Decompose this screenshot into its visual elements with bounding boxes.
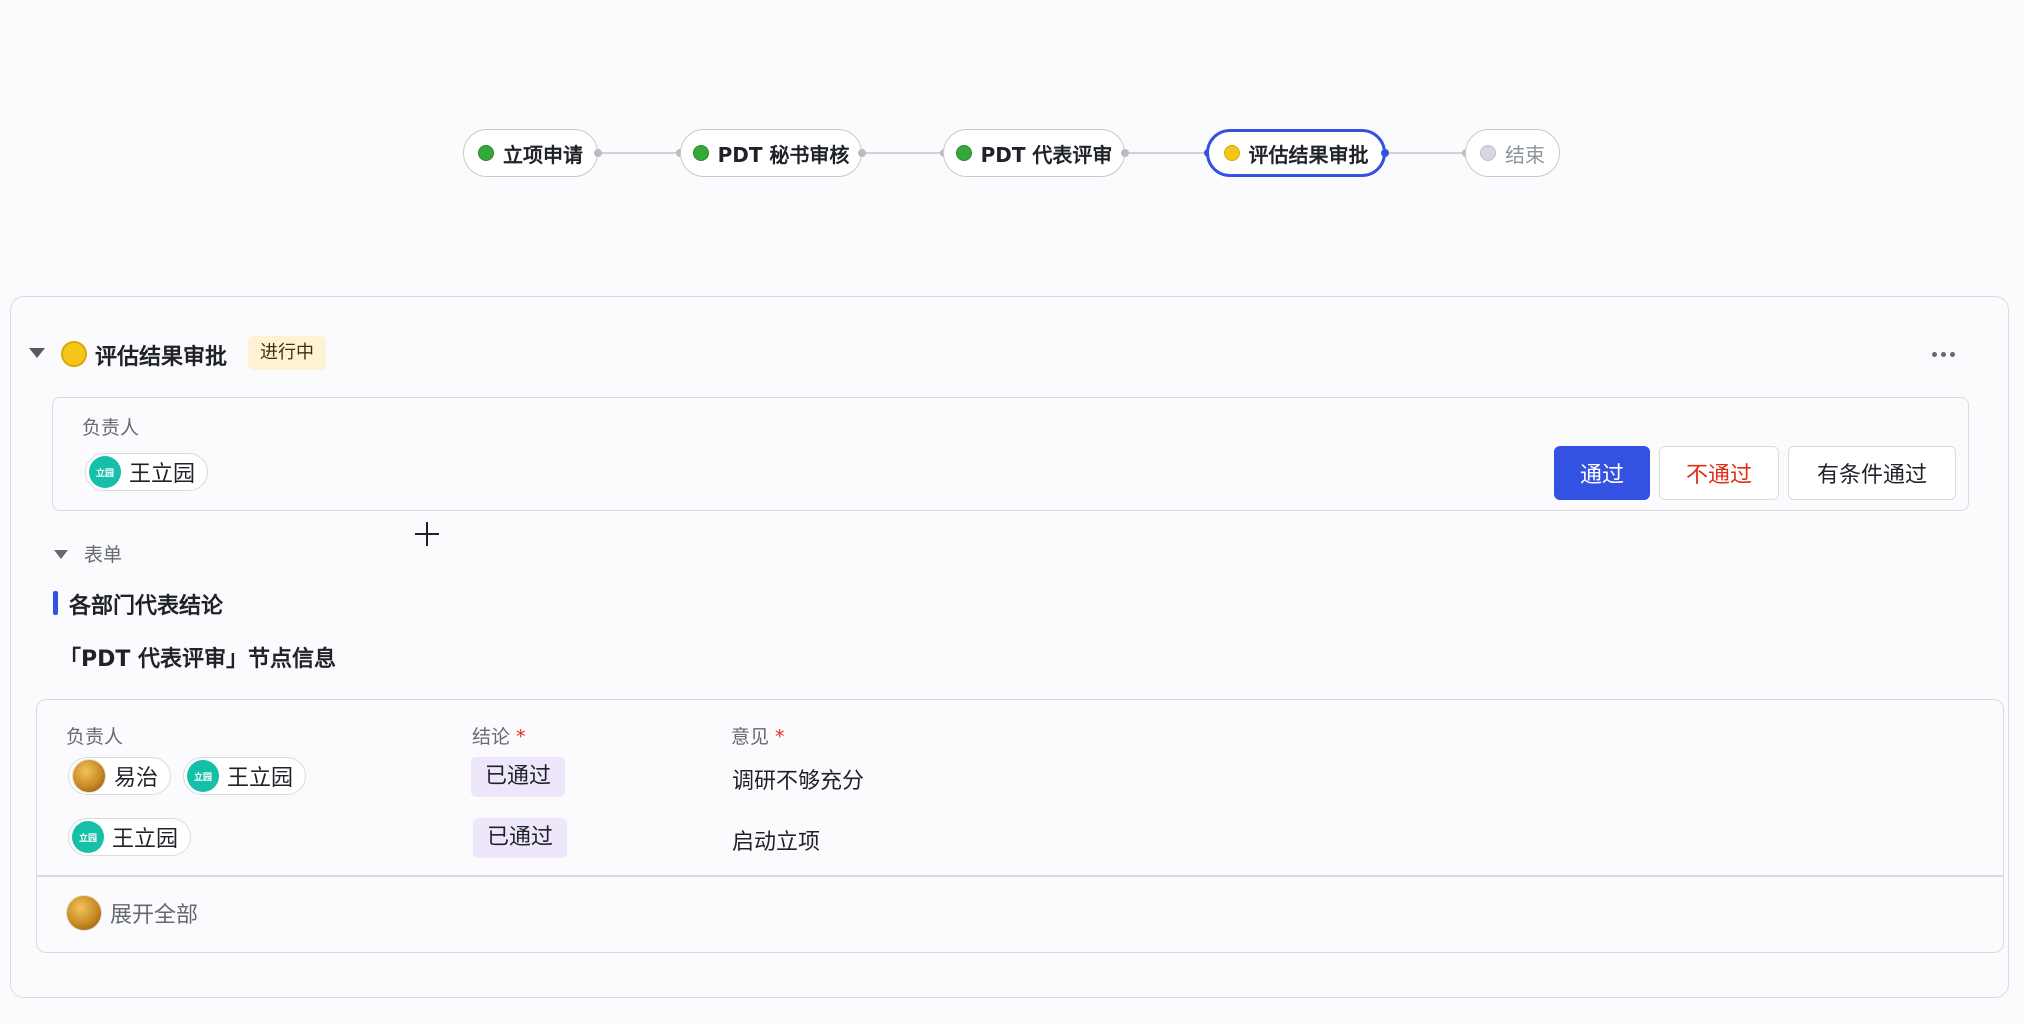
status-done-dot-icon [692, 145, 709, 161]
pass-button[interactable]: 通过 [1554, 446, 1650, 500]
workflow-connector [1385, 152, 1465, 154]
owner-name: 王立园 [129, 462, 196, 487]
owner-name: 王立园 [112, 827, 179, 852]
workflow-node-label: PDT 秘书审核 [717, 142, 850, 167]
opinion-text: 启动立项 [732, 830, 821, 855]
workflow-node-label: PDT 代表评审 [980, 142, 1113, 167]
avatar: 立园 [187, 760, 219, 792]
workflow-port [1121, 149, 1129, 157]
table-row: 易治 立园 王立园 已通过 调研不够充分 [37, 752, 2003, 802]
node-info-title: 「PDT 代表评审」节点信息 [59, 647, 337, 672]
workflow-connector [601, 152, 678, 154]
column-header-owner: 负责人 [66, 726, 124, 748]
status-badge: 进行中 [248, 336, 326, 370]
workflow-node-end[interactable]: 结束 [1465, 129, 1560, 177]
more-horizontal-icon[interactable] [1932, 352, 1955, 357]
section-title: 各部门代表结论 [69, 594, 224, 619]
workflow-node-secretary-review[interactable]: PDT 秘书审核 [680, 129, 862, 177]
table-row: 立园 王立园 已通过 启动立项 [37, 813, 2003, 863]
form-collapse-caret-icon[interactable] [54, 550, 68, 559]
owner-panel: 负责人 立园 王立园 通过 不通过 有条件通过 [52, 397, 1969, 511]
owner-chip[interactable]: 易治 [68, 757, 172, 795]
avatar [72, 759, 106, 793]
in-progress-status-icon [61, 341, 87, 367]
crosshair-cursor-icon [415, 522, 439, 546]
avatar: 立园 [72, 821, 104, 853]
workflow-node-project-application[interactable]: 立项申请 [463, 129, 598, 177]
column-header-opinion: 意见 * [731, 726, 785, 748]
owner-chip[interactable]: 立园 王立园 [183, 757, 307, 795]
stage-card: 评估结果审批 进行中 负责人 立园 王立园 通过 不通过 有条件通过 表单 各部… [10, 296, 2009, 998]
opinion-text: 调研不够充分 [732, 769, 865, 794]
workflow-connector [1127, 152, 1207, 154]
status-done-dot-icon [955, 145, 972, 161]
column-header-conclusion: 结论 * [472, 726, 526, 748]
required-mark: * [516, 726, 526, 748]
conclusion-table: 负责人 结论 * 意见 * 易治 立园 王立园 已通过 调研不够充分 立园 王立园 [36, 699, 2004, 953]
status-pending-dot-icon [1480, 145, 1496, 161]
conclusion-badge: 已通过 [473, 818, 568, 858]
section-accent-bar [53, 591, 58, 615]
workflow-node-label: 结束 [1505, 142, 1545, 167]
owner-chip[interactable]: 立园 王立园 [68, 818, 192, 856]
avatar [66, 895, 102, 931]
conditional-pass-button[interactable]: 有条件通过 [1788, 446, 1956, 500]
required-mark: * [775, 726, 785, 748]
expand-all-row[interactable]: 展开全部 [66, 895, 198, 931]
expand-all-link[interactable]: 展开全部 [110, 897, 198, 929]
conclusion-badge: 已通过 [471, 757, 566, 797]
owner-chip[interactable]: 立园 王立园 [85, 453, 209, 491]
workflow-port-active [1381, 149, 1389, 157]
workflow-connector [864, 152, 941, 154]
stage-title: 评估结果审批 [95, 345, 228, 370]
owner-name: 易治 [114, 766, 159, 791]
workflow-node-label: 立项申请 [503, 142, 583, 167]
reject-button[interactable]: 不通过 [1659, 446, 1779, 500]
table-divider [37, 875, 2003, 877]
workflow-node-evaluation-approval[interactable]: 评估结果审批 [1206, 129, 1386, 177]
workflow-node-representative-review[interactable]: PDT 代表评审 [943, 129, 1125, 177]
owner-label: 负责人 [82, 417, 140, 439]
status-in-progress-dot-icon [1223, 145, 1240, 161]
workflow-node-label: 评估结果审批 [1248, 142, 1369, 167]
avatar: 立园 [89, 456, 121, 488]
owner-name: 王立园 [227, 766, 294, 791]
form-toggle-label[interactable]: 表单 [84, 540, 122, 567]
workflow-port [858, 149, 866, 157]
workflow-diagram: 立项申请 PDT 秘书审核 PDT 代表评审 评估结果审批 结束 [0, 0, 2024, 200]
collapse-caret-icon[interactable] [29, 348, 45, 358]
workflow-port [594, 149, 602, 157]
status-done-dot-icon [478, 145, 494, 161]
